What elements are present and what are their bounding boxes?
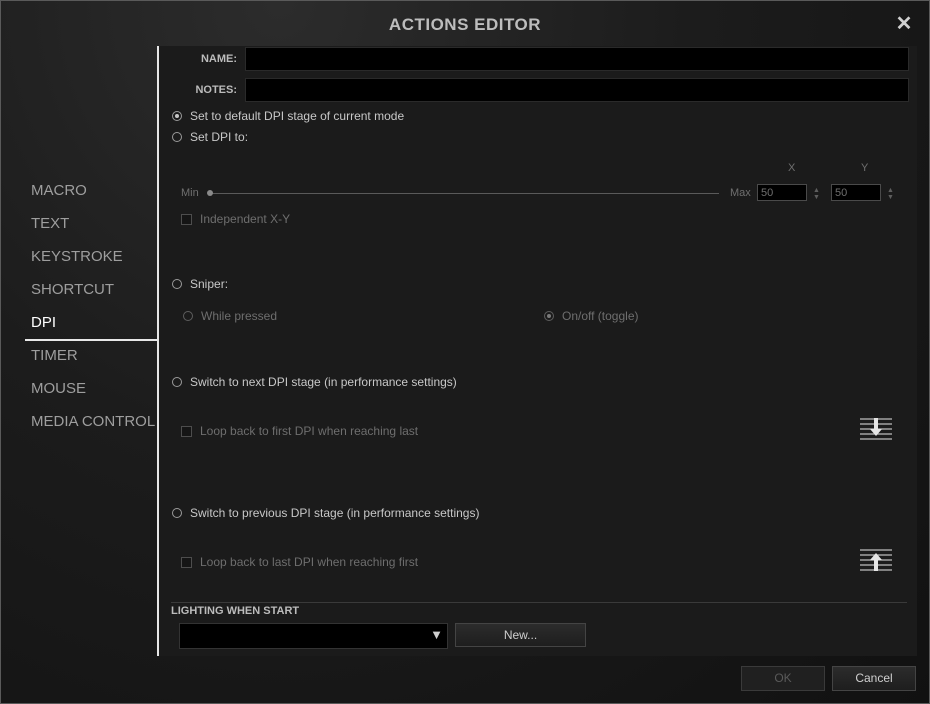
sidebar-item-shortcut[interactable]: SHORTCUT: [25, 280, 157, 313]
radio-default-dpi[interactable]: Set to default DPI stage of current mode: [172, 109, 404, 123]
window-title: ACTIONS EDITOR: [388, 15, 542, 34]
x-axis-label: X: [788, 162, 796, 174]
lighting-divider: [171, 602, 907, 603]
sidebar-item-keystroke[interactable]: KEYSTROKE: [25, 247, 157, 280]
radio-prev-dpi-label: Switch to previous DPI stage (in perform…: [190, 506, 480, 520]
dpi-y-input[interactable]: 50: [831, 184, 881, 201]
sidebar-item-text[interactable]: TEXT: [25, 214, 157, 247]
y-axis-label: Y: [861, 162, 869, 174]
radio-icon: [172, 377, 182, 387]
close-icon[interactable]: ✕: [895, 14, 913, 34]
radio-sniper[interactable]: Sniper:: [172, 277, 228, 291]
radio-icon: [183, 311, 193, 321]
radio-set-dpi-label: Set DPI to:: [190, 130, 249, 144]
radio-sniper-label: Sniper:: [190, 277, 229, 291]
radio-icon: [172, 508, 182, 518]
lighting-dropdown[interactable]: ▼: [179, 623, 448, 649]
sniper-toggle-label: On/off (toggle): [562, 309, 639, 323]
radio-next-dpi-label: Switch to next DPI stage (in performance…: [190, 375, 457, 389]
radio-default-dpi-label: Set to default DPI stage of current mode: [190, 109, 405, 123]
actions-editor-window: ACTIONS EDITOR ✕ MACRO TEXT KEYSTROKE SH…: [0, 0, 930, 704]
slider-min-label: Min: [181, 187, 199, 199]
checkbox-icon: [181, 213, 192, 225]
dpi-y-spinner-icon[interactable]: ▲ ▼: [887, 187, 894, 201]
loop-first-checkbox[interactable]: Loop back to first DPI when reaching las…: [181, 424, 418, 438]
ok-button[interactable]: OK: [741, 666, 825, 691]
dpi-slider-handle[interactable]: [207, 190, 213, 196]
sidebar-item-media-control[interactable]: MEDIA CONTROL: [25, 412, 157, 445]
loop-first-label: Loop back to first DPI when reaching las…: [200, 424, 419, 438]
loop-last-checkbox[interactable]: Loop back to last DPI when reaching firs…: [181, 555, 418, 569]
notes-label: NOTES:: [195, 84, 237, 96]
dpi-x-spinner-icon[interactable]: ▲ ▼: [813, 187, 820, 201]
radio-sniper-while-pressed[interactable]: While pressed: [183, 309, 277, 323]
radio-next-dpi-stage[interactable]: Switch to next DPI stage (in performance…: [172, 375, 457, 389]
chevron-down-icon: ▼: [430, 627, 443, 642]
action-type-sidebar: MACRO TEXT KEYSTROKE SHORTCUT DPI TIMER …: [25, 181, 157, 445]
checkbox-icon: [181, 425, 192, 437]
dpi-stage-up-icon: [860, 549, 892, 571]
cancel-button[interactable]: Cancel: [832, 666, 916, 691]
independent-xy-label: Independent X-Y: [200, 212, 291, 226]
sidebar-item-mouse[interactable]: MOUSE: [25, 379, 157, 412]
radio-prev-dpi-stage[interactable]: Switch to previous DPI stage (in perform…: [172, 506, 479, 520]
radio-icon: [172, 279, 182, 289]
radio-set-dpi[interactable]: Set DPI to:: [172, 130, 248, 144]
new-lighting-button[interactable]: New...: [455, 623, 586, 647]
sidebar-item-timer[interactable]: TIMER: [25, 346, 157, 379]
radio-selected-icon: [544, 311, 554, 321]
sidebar-item-macro[interactable]: MACRO: [25, 181, 157, 214]
radio-icon: [172, 132, 182, 142]
notes-field[interactable]: [245, 78, 909, 102]
name-field[interactable]: [245, 47, 909, 71]
sniper-while-pressed-label: While pressed: [201, 309, 278, 323]
dpi-settings-panel: NAME: NOTES: Set to default DPI stage of…: [157, 46, 917, 656]
dpi-slider-track[interactable]: [209, 193, 719, 194]
checkbox-icon: [181, 556, 192, 568]
name-label: NAME:: [200, 53, 237, 65]
loop-last-label: Loop back to last DPI when reaching firs…: [200, 555, 419, 569]
independent-xy-checkbox[interactable]: Independent X-Y: [181, 212, 290, 226]
slider-max-label: Max: [730, 187, 751, 199]
sidebar-item-dpi[interactable]: DPI: [25, 313, 157, 346]
lighting-section-title: LIGHTING WHEN START: [171, 605, 300, 617]
radio-sniper-toggle[interactable]: On/off (toggle): [544, 309, 639, 323]
dpi-stage-down-icon: [860, 418, 892, 440]
radio-selected-icon: [172, 111, 182, 121]
dpi-x-input[interactable]: 50: [757, 184, 807, 201]
